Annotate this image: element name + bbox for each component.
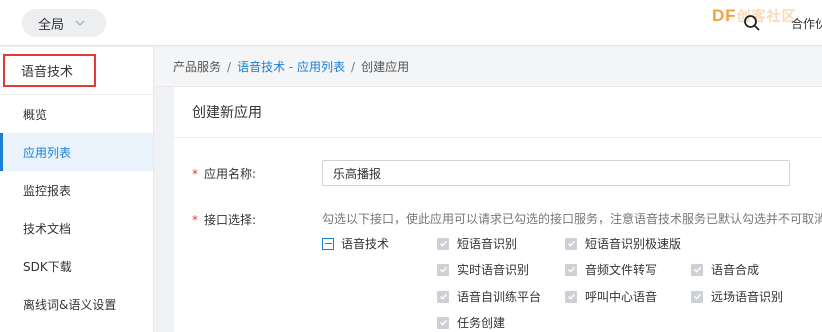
sidebar-item-monitoring[interactable]: 监控报表 bbox=[0, 171, 153, 209]
breadcrumb-separator: / bbox=[227, 59, 232, 74]
breadcrumb-separator: / bbox=[351, 59, 356, 74]
checkbox-checked-disabled-icon bbox=[437, 316, 449, 329]
sidebar: 语音技术 概览 应用列表 监控报表 技术文档 SDK下载 离线词&语义设置 bbox=[0, 47, 154, 332]
breadcrumb-app-list[interactable]: 语音技术 - 应用列表 bbox=[237, 58, 345, 75]
option-task-create: 任务创建 bbox=[437, 314, 505, 331]
top-bar: 全局 DF创客社区 合作伙 bbox=[0, 0, 822, 46]
checkbox-checked-disabled-icon bbox=[437, 290, 449, 303]
sidebar-item-docs[interactable]: 技术文档 bbox=[0, 209, 153, 247]
option-audio-transcribe: 音频文件转写 bbox=[565, 261, 657, 278]
page-title: 创建新应用 bbox=[174, 87, 822, 138]
option-label: 语音合成 bbox=[711, 263, 760, 277]
option-label: 语音自训练平台 bbox=[457, 290, 542, 304]
partner-link[interactable]: 合作伙 bbox=[791, 15, 822, 32]
checkbox-checked-disabled-icon bbox=[565, 290, 577, 303]
sidebar-item-overview[interactable]: 概览 bbox=[0, 95, 153, 133]
breadcrumb: 产品服务 / 语音技术 - 应用列表 / 创建应用 bbox=[155, 47, 822, 87]
sidebar-item-offline-words[interactable]: 离线词&语义设置 bbox=[0, 285, 153, 323]
api-select-label-text: 接口选择: bbox=[204, 213, 257, 227]
option-self-training: 语音自训练平台 bbox=[437, 288, 541, 305]
checkbox-checked-disabled-icon bbox=[565, 237, 577, 250]
option-label: 短语音识别极速版 bbox=[585, 237, 682, 251]
required-mark: * bbox=[192, 213, 198, 227]
api-select-label: * 接口选择: bbox=[192, 211, 256, 228]
sidebar-header: 语音技术 bbox=[0, 47, 153, 95]
breadcrumb-root[interactable]: 产品服务 bbox=[173, 58, 221, 75]
sidebar-item-sdk-download[interactable]: SDK下载 bbox=[0, 247, 153, 285]
checkbox-checked-disabled-icon bbox=[691, 263, 703, 276]
option-call-center: 呼叫中心语音 bbox=[565, 288, 657, 305]
chevron-down-icon bbox=[75, 20, 85, 26]
group-label: 语音技术 bbox=[341, 237, 390, 251]
option-label: 短语音识别 bbox=[457, 237, 518, 251]
breadcrumb-current: 创建应用 bbox=[361, 60, 410, 74]
region-select[interactable]: 全局 bbox=[22, 9, 106, 37]
app-name-label-text: 应用名称: bbox=[204, 167, 257, 181]
api-hint-text: 勾选以下接口，使此应用可以请求已勾选的接口服务，注意语音技术服务已默认勾选并不可… bbox=[322, 212, 822, 226]
option-label: 音频文件转写 bbox=[585, 263, 658, 277]
logo-main-text: DF bbox=[712, 6, 737, 25]
checkbox-checked-disabled-icon bbox=[691, 290, 703, 303]
option-short-asr: 短语音识别 bbox=[437, 235, 517, 252]
speech-tech-group-checkbox[interactable]: 语音技术 bbox=[322, 235, 389, 252]
region-select-label: 全局 bbox=[38, 17, 65, 33]
option-tts: 语音合成 bbox=[691, 261, 759, 278]
option-realtime-asr: 实时语音识别 bbox=[437, 261, 529, 278]
partial-checkbox-icon bbox=[322, 237, 334, 250]
option-label: 呼叫中心语音 bbox=[585, 290, 658, 304]
search-icon[interactable] bbox=[743, 14, 761, 32]
option-short-asr-fast: 短语音识别极速版 bbox=[565, 235, 681, 252]
sidebar-item-app-list[interactable]: 应用列表 bbox=[0, 133, 153, 171]
required-mark: * bbox=[192, 167, 198, 181]
create-app-panel: 创建新应用 * 应用名称: * 接口选择: 勾选以下接口，使此应用可以请求已勾选的接… bbox=[174, 87, 822, 332]
option-label: 远场语音识别 bbox=[711, 290, 784, 304]
option-far-field-asr: 远场语音识别 bbox=[691, 288, 783, 305]
app-name-label: * 应用名称: bbox=[192, 165, 256, 182]
app-name-input[interactable] bbox=[322, 160, 790, 186]
checkbox-checked-disabled-icon bbox=[565, 263, 577, 276]
option-label: 实时语音识别 bbox=[457, 263, 530, 277]
option-label: 任务创建 bbox=[457, 316, 506, 330]
checkbox-checked-disabled-icon bbox=[437, 263, 449, 276]
sidebar-title: 语音技术 bbox=[3, 54, 96, 87]
checkbox-checked-disabled-icon bbox=[437, 237, 449, 250]
